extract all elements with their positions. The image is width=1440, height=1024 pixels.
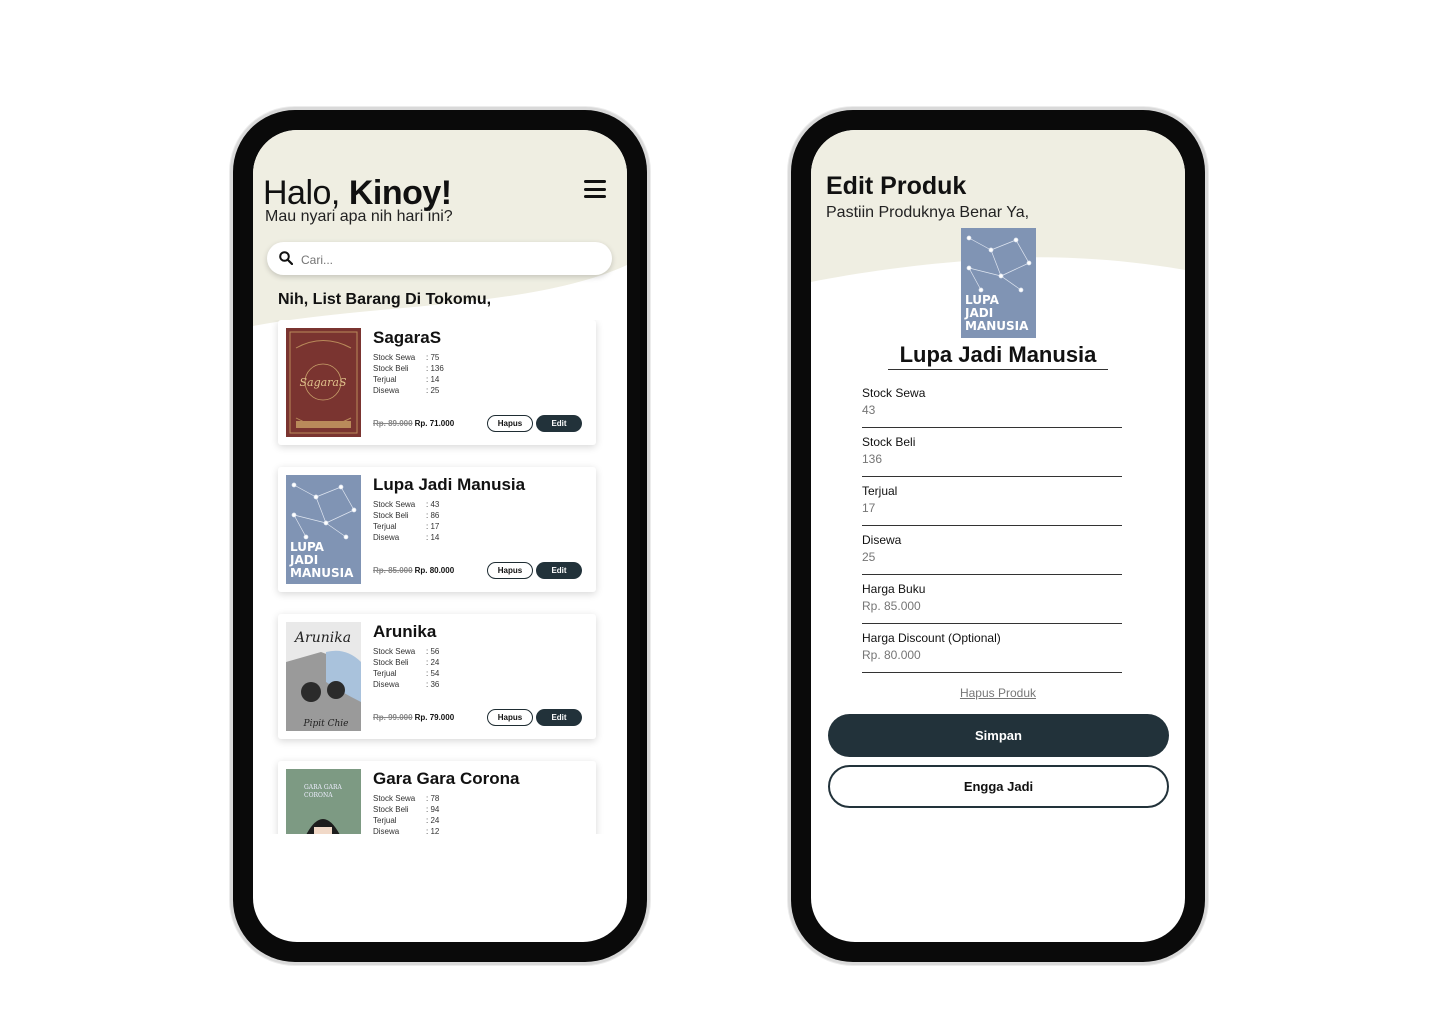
side-button: [647, 328, 651, 428]
svg-text:LUPA: LUPA: [290, 540, 325, 554]
product-list: SagaraS SagaraS Stock Sewa: 75 Stock Bel…: [253, 320, 627, 834]
field-label: Stock Beli: [862, 435, 916, 449]
current-price: Rp. 79.000: [414, 713, 455, 722]
book-cover: SagaraS: [286, 328, 361, 437]
field-disewa[interactable]: Disewa: [862, 529, 1122, 575]
page-title: Edit Produk: [826, 172, 967, 200]
field-label: Harga Buku: [862, 582, 926, 596]
greeting-subtitle: Mau nyari apa nih hari ini?: [265, 208, 453, 225]
side-button: [1205, 328, 1209, 428]
product-name: SagaraS: [373, 328, 442, 347]
svg-text:MANUSIA: MANUSIA: [290, 566, 354, 580]
book-cover: Arunika Pipit Chie: [286, 622, 361, 731]
cancel-button[interactable]: Engga Jadi: [828, 765, 1169, 808]
harga-buku-input[interactable]: [862, 599, 1112, 613]
svg-text:SagaraS: SagaraS: [299, 376, 347, 389]
product-stats: Stock Sewa: 78 Stock Beli: 94 Terjual: 2…: [373, 794, 440, 834]
edit-button[interactable]: Edit: [536, 562, 582, 579]
product-card[interactable]: LUPA JADI MANUSIA Lupa Jadi Manusia Stock …: [278, 467, 596, 592]
field-label: Stock Sewa: [862, 386, 926, 400]
product-stats: Stock Sewa: 75 Stock Beli: 136 Terjual: …: [373, 353, 444, 395]
book-cover: GARA GARA CORONA: [286, 769, 361, 834]
stock-beli-input[interactable]: [862, 452, 1112, 466]
stock-sewa-input[interactable]: [862, 403, 1112, 417]
product-name: Lupa Jadi Manusia: [373, 475, 526, 494]
disewa-input[interactable]: [862, 550, 1112, 564]
svg-text:JADI: JADI: [289, 553, 318, 567]
svg-text:JADI: JADI: [964, 306, 993, 320]
old-price: Rp. 99.000: [373, 713, 413, 722]
svg-text:GARA GARA: GARA GARA: [304, 784, 343, 791]
harga-discount-input[interactable]: [862, 648, 1112, 662]
product-name: Gara Gara Corona: [373, 769, 520, 788]
svg-text:LUPA: LUPA: [965, 293, 1000, 307]
search-icon: [279, 251, 293, 265]
product-stats: Stock Sewa: 56 Stock Beli: 24 Terjual: 5…: [373, 647, 440, 689]
svg-text:MANUSIA: MANUSIA: [965, 319, 1029, 333]
product-price: Rp. 89.000 Rp. 71.000: [373, 419, 454, 428]
phone-home: Halo, Kinoy! Mau nyari apa nih hari ini?…: [233, 110, 647, 962]
book-cover: LUPA JADI MANUSIA: [286, 475, 361, 584]
product-card[interactable]: SagaraS SagaraS Stock Sewa: 75 Stock Bel…: [278, 320, 596, 445]
field-stock-beli[interactable]: Stock Beli: [862, 431, 1122, 477]
svg-text:Arunika: Arunika: [293, 630, 351, 646]
svg-text:CORONA: CORONA: [304, 792, 333, 799]
product-price: Rp. 85.000 Rp. 80.000: [373, 566, 454, 575]
save-button[interactable]: Simpan: [828, 714, 1169, 757]
current-price: Rp. 80.000: [414, 566, 455, 575]
svg-text:Pipit Chie: Pipit Chie: [303, 719, 349, 729]
page-subtitle: Pastiin Produknya Benar Ya,: [826, 204, 1030, 221]
old-price: Rp. 89.000: [373, 419, 413, 428]
product-price: Rp. 99.000 Rp. 79.000: [373, 713, 454, 722]
current-price: Rp. 71.000: [414, 419, 455, 428]
field-harga-discount[interactable]: Harga Discount (Optional): [862, 627, 1122, 673]
product-name: Lupa Jadi Manusia: [888, 342, 1108, 370]
delete-product-link[interactable]: Hapus Produk: [811, 686, 1185, 700]
hapus-button[interactable]: Hapus: [487, 709, 533, 726]
edit-button[interactable]: Edit: [536, 415, 582, 432]
edit-button[interactable]: Edit: [536, 709, 582, 726]
list-title: Nih, List Barang Di Tokomu,: [278, 291, 492, 308]
product-card[interactable]: Arunika Pipit Chie Arunika Stock Sewa: 5…: [278, 614, 596, 739]
field-label: Harga Discount (Optional): [862, 631, 1001, 645]
old-price: Rp. 85.000: [373, 566, 413, 575]
field-label: Terjual: [862, 484, 898, 498]
field-harga-buku[interactable]: Harga Buku: [862, 578, 1122, 624]
product-card[interactable]: GARA GARA CORONA Gara Gara Corona Stock …: [278, 761, 596, 834]
hapus-button[interactable]: Hapus: [487, 562, 533, 579]
field-label: Disewa: [862, 533, 902, 547]
product-stats: Stock Sewa: 43 Stock Beli: 86 Terjual: 1…: [373, 500, 440, 542]
field-stock-sewa[interactable]: Stock Sewa: [862, 382, 1122, 428]
product-name: Arunika: [373, 622, 437, 641]
hapus-button[interactable]: Hapus: [487, 415, 533, 432]
phone-edit: Edit Produk Pastiin Produknya Benar Ya, …: [791, 110, 1205, 962]
book-cover[interactable]: LUPA JADI MANUSIA: [961, 228, 1036, 338]
user-name: Kinoy!: [348, 174, 452, 212]
menu-icon[interactable]: [584, 180, 606, 198]
search-bar[interactable]: [267, 242, 612, 277]
field-terjual[interactable]: Terjual: [862, 480, 1122, 526]
home-screen: Halo, Kinoy! Mau nyari apa nih hari ini?…: [253, 130, 627, 942]
terjual-input[interactable]: [862, 501, 1112, 515]
search-input[interactable]: [299, 242, 603, 277]
edit-screen: Edit Produk Pastiin Produknya Benar Ya, …: [811, 130, 1185, 942]
